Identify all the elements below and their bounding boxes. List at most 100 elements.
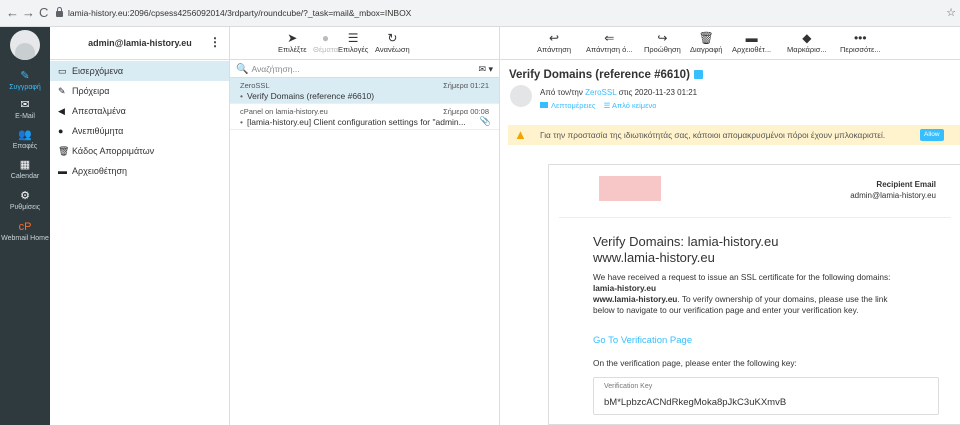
- remote-content-warning: ▲ Για την προστασία της ιδιωτικότητάς σα…: [508, 125, 960, 145]
- allow-button[interactable]: Allow: [920, 129, 944, 141]
- mark-button[interactable]: ◆ Μαρκάρισ...: [787, 31, 827, 54]
- folder-inbox[interactable]: ▭ Εισερχόμενα: [50, 61, 229, 81]
- sender-link[interactable]: ZeroSSL: [585, 88, 616, 97]
- avatar: [510, 85, 532, 107]
- external-window-icon[interactable]: [693, 70, 703, 79]
- key-label: Verification Key: [604, 383, 653, 390]
- message-subject: Verify Domains (reference #6610): [240, 91, 475, 101]
- nav-compose[interactable]: ✎ Συγγραφή: [0, 70, 50, 92]
- cpanel-icon: cP: [18, 221, 32, 233]
- key-value[interactable]: bM*LpbzcACNdRkegMoka8pJkC3uKXmvB: [604, 397, 786, 408]
- subject-text: Verify Domains (reference #6610): [509, 69, 690, 81]
- message-list-panel: ➤ Επιλέξτε ● Θέματα ☰ Επιλογές ↻ Ανανέωση 🔍 Α…: [230, 27, 500, 425]
- select-label: Επιλέξτε: [278, 45, 307, 54]
- bookmark-star-icon[interactable]: ☆: [946, 6, 956, 19]
- back-icon[interactable]: ←: [6, 5, 19, 21]
- search-input[interactable]: 🔍 Αναζήτηση... ✉ ▾: [230, 60, 499, 78]
- forward-label: Προώθηση: [644, 45, 681, 54]
- recipient-label: Recipient Email: [876, 180, 936, 189]
- folder-drafts[interactable]: ✎ Πρόχειρα: [50, 81, 229, 101]
- para2b: below to navigate to our verification pa…: [593, 305, 859, 315]
- nav-webmail-home[interactable]: cP Webmail Home: [0, 221, 50, 243]
- envelope-icon: [540, 102, 548, 108]
- forward-button[interactable]: ↪ Προώθηση: [644, 31, 681, 54]
- reply-all-icon: ⇐: [604, 31, 615, 45]
- nav-email-label: E-Mail: [15, 113, 35, 120]
- folder-label: Κάδος Απορριμάτων: [72, 146, 155, 156]
- from-date: στις 2020-11-23 01:21: [618, 88, 698, 97]
- nav-email[interactable]: ✉ E-Mail: [0, 99, 50, 121]
- list-item[interactable]: cPanel on lamia-history.eu Σήμερα 00:08 …: [230, 104, 499, 130]
- nav-calendar[interactable]: ▦ Calendar: [0, 159, 50, 181]
- reply-button[interactable]: ↩ Απάντηση: [537, 31, 571, 54]
- more-label: Περισσότε...: [840, 45, 881, 54]
- folder-label: Εισερχόμενα: [72, 66, 124, 76]
- nav-contacts[interactable]: 👥 Επαφές: [0, 129, 50, 151]
- account-name: admin@lamia-history.eu: [88, 38, 192, 48]
- folder-sent[interactable]: ◀ Απεσταλμένα: [50, 101, 229, 121]
- message-date: Σήμερα 01:21: [443, 81, 489, 90]
- archive-label: Αρχειοθέτ...: [732, 45, 772, 54]
- delete-button[interactable]: 🗑 Διαγραφή: [690, 31, 722, 54]
- recipient-block: Recipient Email admin@lamia-history.eu: [850, 179, 936, 201]
- divider: [559, 217, 951, 218]
- folder-trash[interactable]: 🗑 Κάδος Απορριμάτων: [50, 141, 229, 161]
- search-icon: 🔍: [236, 64, 249, 75]
- tag-icon: ◆: [802, 31, 812, 45]
- inbox-icon: ▭: [58, 66, 67, 76]
- url-text: lamia-history.eu:2096/cpsess4256092014/3…: [68, 8, 412, 18]
- logo[interactable]: [10, 30, 40, 60]
- more-button[interactable]: ••• Περισσότε...: [840, 31, 881, 54]
- folder-label: Ανεπιθύμητα: [72, 126, 124, 136]
- address-bar[interactable]: lamia-history.eu:2096/cpsess4256092014/3…: [56, 4, 946, 22]
- email-heading: Verify Domains: lamia-history.eu www.lam…: [593, 234, 778, 266]
- details-link[interactable]: Λεπτομέρειες: [551, 101, 595, 110]
- options-button[interactable]: ☰ Επιλογές: [338, 31, 368, 54]
- message-subject: [lamia-history.eu] Client configuration …: [240, 117, 475, 127]
- verification-link[interactable]: Go To Verification Page: [593, 335, 692, 346]
- domain1: lamia-history.eu: [593, 283, 657, 293]
- contacts-icon: 👥: [18, 129, 32, 141]
- heading-line1: Verify Domains: lamia-history.eu: [593, 234, 779, 249]
- list-item[interactable]: ZeroSSL Σήμερα 01:21 Verify Domains (ref…: [230, 78, 499, 104]
- lock-icon: [56, 7, 63, 17]
- folder-label: Πρόχειρα: [72, 86, 110, 96]
- search-options-icon[interactable]: ✉ ▾: [478, 60, 493, 78]
- options-label: Επιλογές: [338, 45, 369, 54]
- calendar-icon: ▦: [19, 159, 31, 171]
- list-toolbar: ➤ Επιλέξτε ● Θέματα ☰ Επιλογές ↻ Ανανέωση: [230, 27, 499, 60]
- forward-icon[interactable]: →: [22, 5, 35, 21]
- from-prefix: Από τον/την: [540, 88, 583, 97]
- gear-icon: ⚙: [20, 190, 30, 202]
- reply-all-label: Απάντηση ό...: [586, 45, 633, 54]
- threads-label: Θέματα: [313, 45, 339, 54]
- more-icon: •••: [853, 31, 867, 45]
- para2a: . To verify ownership of your domains, p…: [677, 294, 888, 304]
- email-paragraph-key: On the verification page, please enter t…: [593, 358, 797, 368]
- plain-text-link[interactable]: Απλό κείμενο: [612, 101, 656, 110]
- select-button[interactable]: ➤ Επιλέξτε: [278, 31, 307, 54]
- nav-contacts-label: Επαφές: [12, 143, 38, 150]
- nav-settings[interactable]: ⚙ Ρυθμίσεις: [0, 190, 50, 212]
- refresh-button[interactable]: ↻ Ανανέωση: [375, 31, 410, 54]
- browser-toolbar: ← → C lamia-history.eu:2096/cpsess425609…: [0, 0, 960, 27]
- threads-button[interactable]: ● Θέματα: [313, 31, 338, 54]
- blocked-logo: [599, 176, 661, 201]
- folder-archive[interactable]: ▬ Αρχειοθέτηση: [50, 161, 229, 181]
- warning-text: Για την προστασία της ιδιωτικότητάς σας,…: [540, 130, 886, 140]
- folder-label: Αρχειοθέτηση: [72, 166, 128, 176]
- list-icon: ☰: [603, 101, 611, 110]
- threads-icon: ●: [321, 31, 330, 45]
- reply-icon: ↩: [549, 31, 560, 45]
- reply-all-button[interactable]: ⇐ Απάντηση ό...: [586, 31, 633, 54]
- mark-label: Μαρκάρισ...: [787, 45, 827, 54]
- message-date: Σήμερα 00:08: [443, 107, 489, 116]
- folder-menu-icon[interactable]: ⋮: [209, 35, 221, 49]
- archive-button[interactable]: ▬ Αρχειοθέτ...: [732, 31, 771, 54]
- reload-icon[interactable]: C: [39, 5, 48, 21]
- options-icon: ☰: [347, 31, 359, 45]
- nav-webmail-label: Webmail Home: [1, 235, 49, 242]
- from-line: Από τον/την ZeroSSL στις 2020-11-23 01:2…: [540, 88, 697, 97]
- refresh-icon: ↻: [387, 31, 398, 45]
- folder-spam[interactable]: ● Ανεπιθύμητα: [50, 121, 229, 141]
